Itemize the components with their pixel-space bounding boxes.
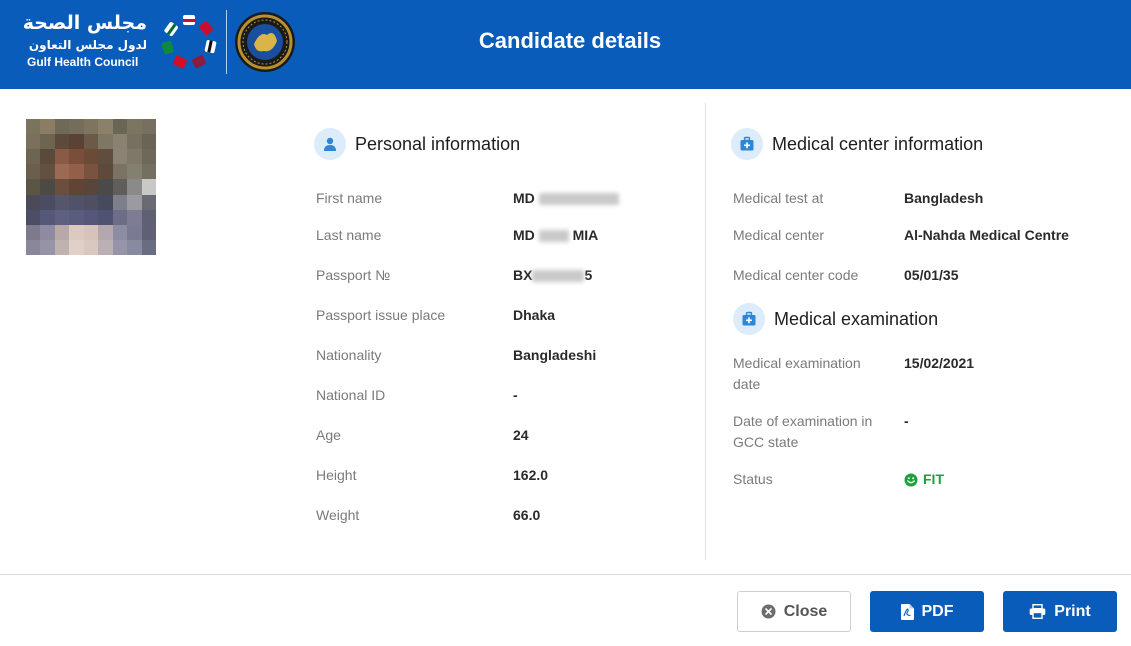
nationality-label: Nationality xyxy=(316,347,382,363)
first-name-value: MD xyxy=(513,188,619,209)
candidate-photo xyxy=(26,119,156,255)
personal-info-heading: Personal information xyxy=(314,128,520,160)
gcc-exam-date-label: Date of examination in GCC state xyxy=(733,413,873,450)
national-id-value: - xyxy=(513,387,518,403)
pdf-button-label: PDF xyxy=(921,602,954,620)
user-icon xyxy=(314,128,346,160)
weight-label: Weight xyxy=(316,507,360,523)
smile-icon xyxy=(904,473,918,486)
page-header: مجلس الصحة لدول مجلس التعاون Gulf Health… xyxy=(0,0,1131,89)
pdf-file-icon xyxy=(900,603,914,620)
gulf-health-council-logo: مجلس الصحة لدول مجلس التعاون Gulf Health… xyxy=(23,10,307,76)
nationality-value: Bangladeshi xyxy=(513,347,597,363)
medical-center-title: Medical center information xyxy=(772,133,984,154)
status-value: FIT xyxy=(923,471,944,487)
medical-exam-heading: Medical examination xyxy=(733,303,938,335)
passport-issue-place-value: Dhaka xyxy=(513,307,556,323)
medical-center-heading: Medical center information xyxy=(731,128,983,160)
exam-date-label: Medical examination date xyxy=(733,355,861,392)
age-value: 24 xyxy=(513,427,529,443)
medical-kit-icon xyxy=(731,128,763,160)
close-button[interactable]: Close xyxy=(737,591,851,632)
pdf-button[interactable]: PDF xyxy=(870,591,984,632)
logo-arabic-line2: لدول مجلس التعاون xyxy=(28,38,147,52)
column-divider xyxy=(705,103,706,560)
height-label: Height xyxy=(316,467,357,483)
medical-exam-title: Medical examination xyxy=(774,308,939,329)
medical-center-code-value: 05/01/35 xyxy=(904,267,959,283)
age-label: Age xyxy=(316,427,341,443)
close-circle-icon xyxy=(761,604,776,619)
passport-number-label: Passport № xyxy=(316,267,391,283)
footer-divider xyxy=(0,574,1131,575)
page-title: Candidate details xyxy=(478,28,662,53)
first-name-label: First name xyxy=(316,190,383,206)
print-button[interactable]: Print xyxy=(1003,591,1117,632)
passport-number-value: BX 5 xyxy=(513,267,593,283)
medical-kit-icon xyxy=(733,303,765,335)
status-label: Status xyxy=(733,471,773,487)
last-name-label: Last name xyxy=(316,227,382,243)
medical-center-value: Al-Nahda Medical Centre xyxy=(904,227,1069,243)
medical-center-code-label: Medical center code xyxy=(733,267,859,283)
print-button-label: Print xyxy=(1054,602,1091,620)
exam-date-value: 15/02/2021 xyxy=(904,355,975,371)
gcc-flags-emblem-icon xyxy=(161,15,217,69)
weight-value: 66.0 xyxy=(513,507,541,523)
gcc-seal-icon xyxy=(235,12,295,72)
personal-info-title: Personal information xyxy=(355,133,521,154)
logo-divider xyxy=(226,10,227,74)
close-button-label: Close xyxy=(783,602,828,620)
logo-english-text: Gulf Health Council xyxy=(27,55,139,69)
medical-center-label: Medical center xyxy=(733,227,825,243)
medical-test-at-label: Medical test at xyxy=(733,190,824,206)
gcc-exam-date-value: - xyxy=(904,413,909,429)
printer-icon xyxy=(1029,604,1046,619)
height-value: 162.0 xyxy=(513,467,549,483)
medical-test-at-value: Bangladesh xyxy=(904,190,984,206)
status-badge: FIT xyxy=(904,469,944,490)
last-name-value: MD MIA xyxy=(513,227,599,243)
passport-issue-place-label: Passport issue place xyxy=(316,307,446,323)
logo-arabic-line1: مجلس الصحة xyxy=(22,12,147,34)
national-id-label: National ID xyxy=(316,387,386,403)
